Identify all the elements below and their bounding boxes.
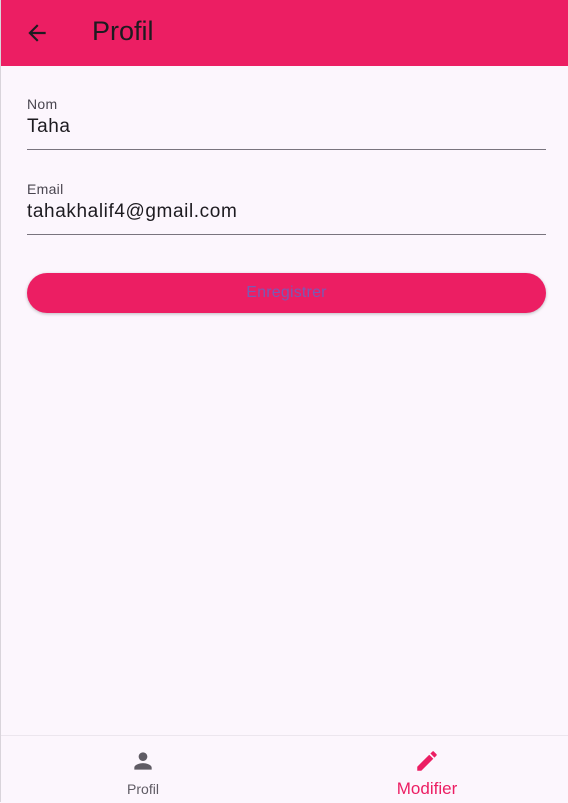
nav-item-modifier[interactable]: Modifier: [285, 736, 568, 803]
back-button[interactable]: [23, 19, 51, 47]
email-field-label: Email: [27, 181, 64, 197]
save-button[interactable]: Enregistrer: [27, 273, 546, 313]
email-input[interactable]: [27, 199, 546, 225]
person-icon: [130, 748, 156, 774]
name-input[interactable]: [27, 114, 546, 140]
nav-label-modifier: Modifier: [396, 779, 458, 798]
arrow-back-icon: [28, 24, 46, 42]
save-button-label: Enregistrer: [246, 284, 327, 301]
name-field-label: Nom: [27, 96, 58, 112]
email-field[interactable]: Email: [27, 181, 546, 237]
name-field[interactable]: Nom: [27, 96, 546, 152]
email-field-underline: [27, 234, 546, 235]
bottom-navigation: Profil Modifier: [1, 735, 568, 803]
page-title: Profil: [92, 16, 154, 46]
nav-item-profil[interactable]: Profil: [1, 736, 285, 803]
nav-label-profil: Profil: [127, 781, 159, 797]
app-bar: Profil: [1, 0, 568, 66]
name-field-underline: [27, 149, 546, 150]
edit-pencil-icon: [414, 748, 440, 774]
